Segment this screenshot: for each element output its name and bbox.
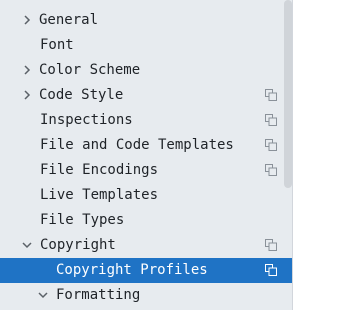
chevron-right-icon[interactable] (20, 88, 34, 102)
tree-node-label: General (39, 12, 99, 28)
tree-node-live-templates[interactable]: Live Templates (0, 183, 292, 208)
tree-node-label: Copyright (40, 237, 116, 253)
project-settings-icon (265, 264, 277, 276)
project-settings-icon (265, 164, 277, 176)
content-area (292, 0, 344, 310)
tree-node-label: Editor (24, 0, 75, 8)
tree-node-general[interactable]: General (0, 8, 292, 33)
tree-node-font[interactable]: Font (0, 33, 292, 58)
tree-node-file-and-code-templates[interactable]: File and Code Templates (0, 133, 292, 158)
tree-node-formatting[interactable]: Formatting (0, 283, 292, 308)
project-settings-icon (265, 239, 277, 251)
tree-node-file-encodings[interactable]: File Encodings (0, 158, 292, 183)
tree-node-color-scheme[interactable]: Color Scheme (0, 58, 292, 83)
tree-node-label: Live Templates (40, 187, 159, 203)
tree-node-editor[interactable]: Editor (0, 0, 292, 8)
tree-node-inspections[interactable]: Inspections (0, 108, 292, 133)
project-settings-icon (265, 114, 277, 126)
project-settings-icon (265, 139, 277, 151)
chevron-right-icon[interactable] (20, 13, 34, 27)
tree-node-label: File Encodings (40, 162, 159, 178)
settings-tree: Editor General Font Color Scheme Code St… (0, 0, 292, 308)
tree-node-copyright[interactable]: Copyright (0, 233, 292, 258)
tree-node-label: Formatting (56, 287, 141, 303)
tree-node-copyright-profiles[interactable]: Copyright Profiles (0, 258, 292, 283)
tree-node-label: Color Scheme (39, 62, 141, 78)
tree-node-label: File and Code Templates (40, 137, 234, 153)
chevron-down-icon[interactable] (20, 238, 34, 252)
settings-tree-panel: Editor General Font Color Scheme Code St… (0, 0, 344, 310)
tree-node-label: Inspections (40, 112, 133, 128)
tree-node-label: Font (40, 37, 74, 53)
project-settings-icon (265, 89, 277, 101)
tree-node-label: File Types (40, 212, 125, 228)
tree-node-file-types[interactable]: File Types (0, 208, 292, 233)
tree-node-label: Code Style (39, 87, 124, 103)
chevron-down-icon[interactable] (6, 0, 20, 2)
tree-node-code-style[interactable]: Code Style (0, 83, 292, 108)
scrollbar-thumb[interactable] (284, 0, 292, 188)
chevron-down-icon[interactable] (36, 288, 50, 302)
chevron-right-icon[interactable] (20, 63, 34, 77)
tree-node-label: Copyright Profiles (56, 262, 208, 278)
